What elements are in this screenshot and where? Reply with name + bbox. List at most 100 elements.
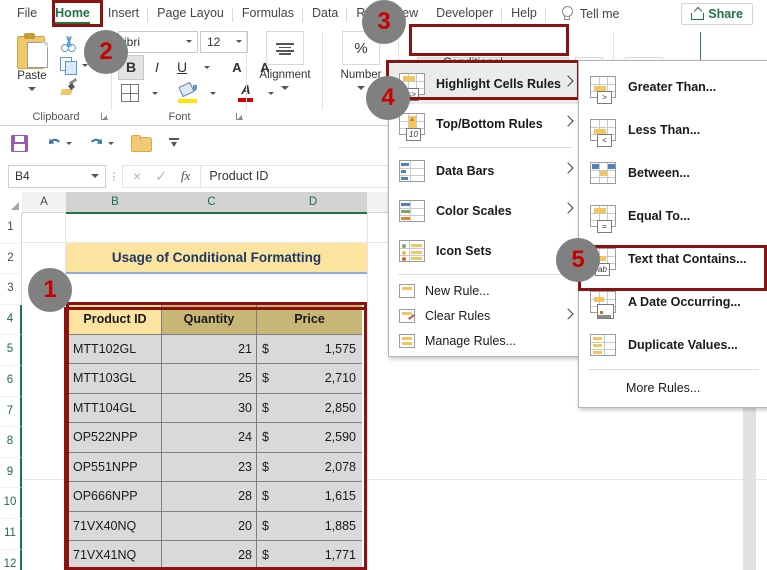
- table-row[interactable]: OP522NPP 24 $2,590: [69, 423, 364, 453]
- table-row[interactable]: OP551NPP 23 $2,078: [69, 452, 364, 482]
- tab-insert[interactable]: Insert: [99, 2, 149, 25]
- cell-price[interactable]: $1,615: [257, 482, 362, 512]
- menu-item-data-bars[interactable]: Data Bars: [389, 151, 581, 191]
- menu-item-icon-sets[interactable]: Icon Sets: [389, 231, 581, 271]
- menu-item-new-rule[interactable]: New Rule...: [389, 278, 581, 303]
- table-row[interactable]: OP666NPP 28 $1,615: [69, 482, 364, 512]
- underline-chevron-down-icon[interactable]: [195, 56, 219, 79]
- menu-item-color-scales[interactable]: Color Scales: [389, 191, 581, 231]
- tab-data[interactable]: Data: [303, 2, 348, 25]
- cell-price[interactable]: $2,078: [257, 452, 362, 482]
- select-all-button[interactable]: [0, 192, 23, 214]
- enter-icon[interactable]: ✓: [155, 168, 167, 185]
- row-header-10[interactable]: 10: [0, 488, 22, 519]
- save-button[interactable]: [8, 133, 31, 154]
- submenu-item-between[interactable]: Between...: [579, 151, 767, 194]
- cell-quantity[interactable]: 28: [162, 482, 257, 512]
- row-header-8[interactable]: 8: [0, 427, 22, 458]
- cell-price[interactable]: $1,885: [257, 511, 362, 541]
- cell-product-id[interactable]: MTT103GL: [69, 364, 162, 394]
- row-header-11[interactable]: 11: [0, 518, 22, 550]
- row-header-5[interactable]: 5: [0, 335, 22, 366]
- font-name-chevron-down-icon[interactable]: [186, 40, 192, 43]
- submenu-item-greater-than[interactable]: > Greater Than...: [579, 65, 767, 108]
- cell-product-id[interactable]: 71VX41NQ: [69, 541, 162, 570]
- borders-chevron-down-icon[interactable]: [143, 82, 167, 105]
- table-row[interactable]: 71VX40NQ 20 $1,885: [69, 511, 364, 541]
- menu-item-highlight-cells-rules[interactable]: ≤> Highlight Cells Rules: [389, 64, 581, 104]
- submenu-item-less-than[interactable]: < Less Than...: [579, 108, 767, 151]
- row-header-1[interactable]: 1: [0, 213, 22, 244]
- title-cell[interactable]: Usage of Conditional Formatting: [66, 243, 367, 274]
- customize-qat-button[interactable]: [165, 134, 183, 152]
- column-header-b[interactable]: B: [66, 192, 165, 214]
- cell-quantity[interactable]: 25: [162, 364, 257, 394]
- number-chevron-down-icon[interactable]: [357, 86, 365, 90]
- font-size-input[interactable]: 12: [200, 31, 248, 53]
- cell-price[interactable]: $2,710: [257, 364, 362, 394]
- row-header-7[interactable]: 7: [0, 396, 22, 428]
- paste-button[interactable]: Paste: [9, 31, 55, 99]
- cell-quantity[interactable]: 21: [162, 334, 257, 364]
- cell-price[interactable]: $2,590: [257, 423, 362, 453]
- cell-quantity[interactable]: 23: [162, 452, 257, 482]
- tab-developer[interactable]: Developer: [427, 2, 503, 25]
- cell-product-id[interactable]: MTT102GL: [69, 334, 162, 364]
- row-header-3[interactable]: 3: [0, 274, 22, 305]
- tab-formulas[interactable]: Formulas: [233, 2, 304, 25]
- header-price[interactable]: Price: [257, 305, 362, 335]
- font-size-chevron-down-icon[interactable]: [236, 40, 242, 43]
- cell-price[interactable]: $1,575: [257, 334, 362, 364]
- cell-product-id[interactable]: OP666NPP: [69, 482, 162, 512]
- increase-font-size-button[interactable]: A: [226, 56, 282, 79]
- cell-product-id[interactable]: 71VX40NQ: [69, 511, 162, 541]
- menu-item-clear-rules[interactable]: Clear Rules: [389, 303, 581, 328]
- alignment-button[interactable]: Alignment: [254, 31, 316, 90]
- table-row[interactable]: 71VX41NQ 28 $1,771: [69, 541, 364, 570]
- column-header-c[interactable]: C: [164, 192, 260, 214]
- submenu-item-text-that-contains[interactable]: ab Text that Contains...: [579, 237, 767, 280]
- row-header-6[interactable]: 6: [0, 365, 22, 397]
- share-button[interactable]: Share: [681, 3, 753, 25]
- name-box[interactable]: B4: [8, 164, 106, 188]
- clipboard-dialog-launcher[interactable]: [100, 112, 109, 121]
- submenu-item-a-date-occurring[interactable]: A Date Occurring...: [579, 280, 767, 323]
- format-painter-button[interactable]: [58, 76, 110, 98]
- undo-button[interactable]: [42, 132, 75, 154]
- redo-chevron-down-icon[interactable]: [108, 141, 114, 145]
- redo-button[interactable]: [84, 132, 117, 154]
- tab-file[interactable]: File: [8, 2, 46, 25]
- cell-price[interactable]: $2,850: [257, 393, 362, 423]
- undo-chevron-down-icon[interactable]: [66, 141, 72, 145]
- cell-product-id[interactable]: OP551NPP: [69, 452, 162, 482]
- row-header-2[interactable]: 2: [0, 243, 22, 275]
- cancel-icon[interactable]: ×: [133, 168, 141, 184]
- cell-quantity[interactable]: 24: [162, 423, 257, 453]
- font-name-input[interactable]: ibri: [118, 31, 198, 53]
- fill-color-button[interactable]: [176, 81, 200, 105]
- borders-button[interactable]: [118, 82, 142, 105]
- table-row[interactable]: MTT103GL 25 $2,710: [69, 364, 364, 394]
- cell-product-id[interactable]: OP522NPP: [69, 423, 162, 453]
- cell-price[interactable]: $1,771: [257, 541, 362, 570]
- tab-help[interactable]: Help: [502, 2, 546, 25]
- italic-button[interactable]: I: [145, 56, 169, 79]
- table-row[interactable]: MTT102GL 21 $1,575: [69, 334, 364, 364]
- submenu-item-equal-to[interactable]: = Equal To...: [579, 194, 767, 237]
- cell-product-id[interactable]: MTT104GL: [69, 393, 162, 423]
- cell-quantity[interactable]: 30: [162, 393, 257, 423]
- row-header-4[interactable]: 4: [0, 304, 22, 336]
- header-quantity[interactable]: Quantity: [162, 305, 257, 335]
- menu-item-manage-rules[interactable]: Manage Rules...: [389, 328, 581, 353]
- tab-home[interactable]: Home: [46, 2, 99, 25]
- font-dialog-launcher[interactable]: [235, 112, 244, 121]
- cell-quantity[interactable]: 28: [162, 541, 257, 570]
- paste-chevron-down-icon[interactable]: [28, 87, 36, 91]
- alignment-chevron-down-icon[interactable]: [281, 86, 289, 90]
- cell-quantity[interactable]: 20: [162, 511, 257, 541]
- row-header-9[interactable]: 9: [0, 457, 22, 489]
- submenu-item-more-rules[interactable]: More Rules...: [579, 373, 767, 403]
- header-product-id[interactable]: Product ID: [69, 305, 162, 335]
- column-header-a[interactable]: A: [22, 192, 67, 213]
- column-header-d[interactable]: D: [259, 192, 368, 214]
